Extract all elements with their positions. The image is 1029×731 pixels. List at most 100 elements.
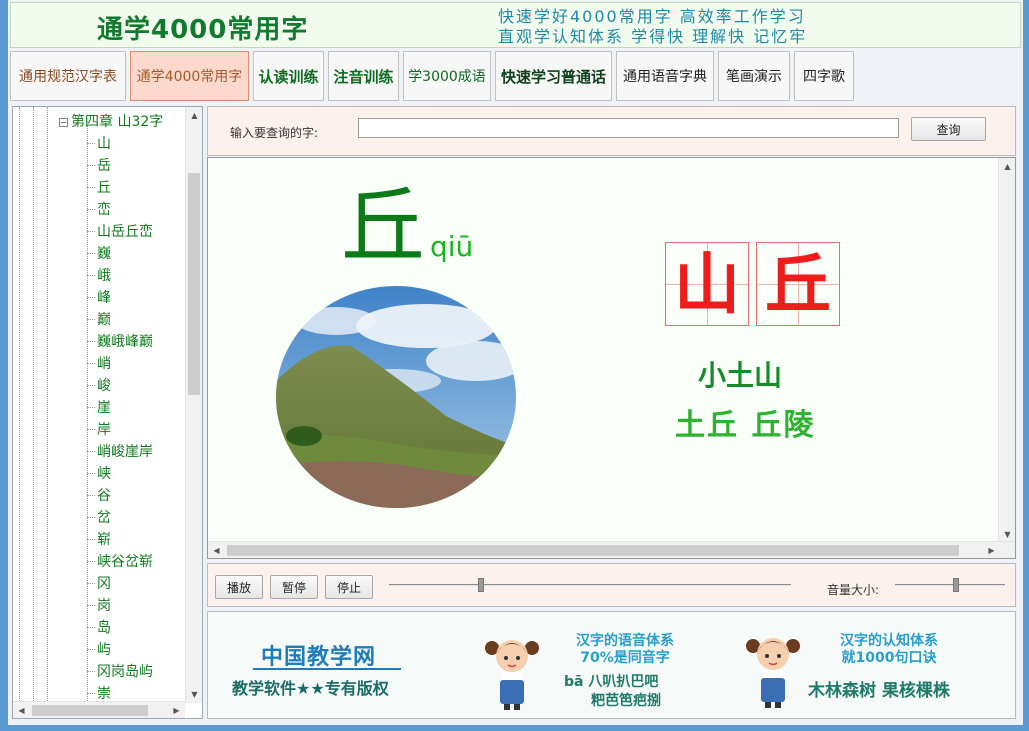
tab-3000-idioms[interactable]: 学3000成语 bbox=[403, 51, 491, 101]
tab-pinyin-training[interactable]: 注音训练 bbox=[328, 51, 399, 101]
audio-player: 播放 暂停 停止 音量大小: bbox=[207, 563, 1016, 607]
tree-item[interactable]: 峡 bbox=[87, 463, 111, 483]
tree-item[interactable]: 屿 bbox=[87, 639, 111, 659]
search-button[interactable]: 查询 bbox=[911, 117, 986, 141]
scroll-thumb[interactable] bbox=[32, 705, 148, 716]
ad1-line-1: 汉字的语音体系 bbox=[576, 633, 674, 649]
tab-4000-chars[interactable]: 通学4000常用字 bbox=[130, 51, 249, 101]
tab-voice-dictionary[interactable]: 通用语音字典 bbox=[616, 51, 714, 101]
slogan-line-2: 直观学认知体系 学得快 理解快 记忆牢 bbox=[498, 27, 808, 46]
tree-item[interactable]: 崭 bbox=[87, 529, 111, 549]
girl-mascot-icon bbox=[746, 638, 800, 708]
content-vertical-scrollbar[interactable]: ▲ ▼ bbox=[998, 158, 1015, 543]
banner-slogan: 快速学好4000常用字 高效率工作学习 直观学认知体系 学得快 理解快 记忆牢 bbox=[498, 7, 807, 47]
tree-horizontal-scrollbar[interactable]: ◀ ▶ bbox=[13, 701, 185, 718]
scroll-thumb[interactable] bbox=[188, 173, 200, 395]
ad-brand-underline bbox=[253, 668, 401, 670]
chapter-tree: − 第四章 山32字 山岳丘峦山岳丘峦巍峨峰巅巍峨峰巅峭峻崖岸峭峻崖岸峡谷岔崭峡谷… bbox=[12, 106, 203, 719]
ad2-title: 汉字的认知体系 就1000句口诀 bbox=[840, 633, 938, 667]
scroll-right-icon[interactable]: ▶ bbox=[983, 542, 1000, 558]
window-frame-bottom bbox=[0, 725, 1029, 731]
tree-item[interactable]: 丘 bbox=[87, 177, 111, 197]
banner-title: 通学4000常用字 bbox=[97, 15, 309, 45]
hill-photo bbox=[276, 286, 516, 508]
content-horizontal-scrollbar[interactable]: ◀ ▶ bbox=[208, 541, 1015, 558]
tree-item[interactable]: 峡谷岔崭 bbox=[87, 551, 153, 571]
tree-item[interactable]: 巅 bbox=[87, 309, 111, 329]
tree-item[interactable]: 峨 bbox=[87, 265, 111, 285]
tree-item[interactable]: 谷 bbox=[87, 485, 111, 505]
scroll-down-icon[interactable]: ▼ bbox=[186, 686, 202, 703]
tab-four-char-song[interactable]: 四字歌 bbox=[794, 51, 854, 101]
collapse-icon[interactable]: − bbox=[59, 117, 68, 127]
tree-chapter-4[interactable]: − 第四章 山32字 bbox=[59, 111, 163, 131]
ad-copyright: 教学软件★★专有版权 bbox=[232, 679, 389, 698]
girl-mascot-icon bbox=[485, 640, 539, 710]
progress-slider-thumb[interactable] bbox=[478, 578, 485, 592]
character-meaning: 小土山 bbox=[698, 359, 783, 392]
slogan-line-1: 快速学好4000常用字 高效率工作学习 bbox=[498, 7, 806, 26]
ad1-line-3: bā 八叭扒巴吧 bbox=[564, 674, 659, 690]
volume-slider-thumb[interactable] bbox=[952, 578, 959, 592]
tree-item[interactable]: 峰 bbox=[87, 287, 111, 307]
pause-button[interactable]: 暂停 bbox=[270, 575, 318, 599]
tree-item[interactable]: 冈 bbox=[87, 573, 111, 593]
scroll-left-icon[interactable]: ◀ bbox=[13, 702, 30, 718]
tree-item[interactable]: 岳 bbox=[87, 155, 111, 175]
scroll-thumb[interactable] bbox=[227, 545, 959, 556]
tree-item[interactable]: 山 bbox=[87, 133, 111, 153]
tree-guide-line bbox=[47, 107, 48, 703]
current-character: 丘 bbox=[341, 177, 426, 275]
tree-item[interactable]: 岗 bbox=[87, 595, 111, 615]
tab-mandarin[interactable]: 快速学习普通话 bbox=[495, 51, 612, 101]
grid-cell: 山 bbox=[665, 242, 749, 326]
tab-stroke-demo[interactable]: 笔画演示 bbox=[718, 51, 790, 101]
ad2-line-2: 就1000句口诀 bbox=[841, 650, 937, 666]
grid-character: 山 bbox=[674, 245, 740, 323]
tree-chapter-label: 第四章 山32字 bbox=[71, 114, 164, 130]
tree-item[interactable]: 岔 bbox=[87, 507, 111, 527]
tree-item[interactable]: 岛 bbox=[87, 617, 111, 637]
grid-character: 丘 bbox=[765, 245, 831, 323]
app-banner: 通学4000常用字 快速学好4000常用字 高效率工作学习 直观学认知体系 学得… bbox=[10, 2, 1021, 48]
tree-item[interactable]: 山岳丘峦 bbox=[87, 221, 153, 241]
scroll-left-icon[interactable]: ◀ bbox=[208, 542, 225, 558]
ad-brand: 中国教学网 bbox=[261, 645, 377, 670]
play-button[interactable]: 播放 bbox=[215, 575, 263, 599]
ad2-line-1: 汉字的认知体系 bbox=[840, 633, 938, 649]
ad-banner: 中国教学网 教学软件★★专有版权 汉字的语音体系 70%是同音字 bā 八叭扒巴… bbox=[207, 611, 1016, 719]
scroll-up-icon[interactable]: ▲ bbox=[999, 158, 1015, 175]
ad1-line-2: 70%是同音字 bbox=[580, 650, 670, 666]
search-label: 输入要查询的字: bbox=[230, 126, 319, 140]
volume-slider[interactable] bbox=[895, 584, 1005, 586]
ad2-line-3: 木林森树 果核棵株 bbox=[808, 681, 950, 701]
app-window: 通学4000常用字 快速学好4000常用字 高效率工作学习 直观学认知体系 学得… bbox=[8, 0, 1023, 725]
window-frame-left bbox=[0, 0, 8, 731]
progress-slider[interactable] bbox=[389, 584, 791, 586]
ad1-title: 汉字的语音体系 70%是同音字 bbox=[576, 633, 674, 667]
stop-button[interactable]: 停止 bbox=[325, 575, 373, 599]
search-bar: 输入要查询的字: 查询 bbox=[207, 106, 1016, 156]
tree-item[interactable]: 巍 bbox=[87, 243, 111, 263]
tree-item[interactable]: 峻 bbox=[87, 375, 111, 395]
tree-item[interactable]: 峭 bbox=[87, 353, 111, 373]
tree-vertical-scrollbar[interactable]: ▲ ▼ bbox=[185, 107, 202, 703]
tree-item[interactable]: 冈岗岛屿 bbox=[87, 661, 153, 681]
window-frame-right bbox=[1023, 0, 1029, 731]
scroll-right-icon[interactable]: ▶ bbox=[168, 702, 185, 718]
tab-standard-chars[interactable]: 通用规范汉字表 bbox=[10, 51, 126, 101]
tree-item[interactable]: 崇 bbox=[87, 683, 111, 703]
grid-cell: 丘 bbox=[756, 242, 840, 326]
search-input[interactable] bbox=[358, 118, 899, 138]
module-tabs: 通用规范汉字表 通学4000常用字 认读训练 注音训练 学3000成语 快速学习… bbox=[10, 50, 1021, 102]
tab-reading-training[interactable]: 认读训练 bbox=[253, 51, 324, 101]
tree-item[interactable]: 崖 bbox=[87, 397, 111, 417]
tree-item[interactable]: 峭峻崖岸 bbox=[87, 441, 153, 461]
tree-guide-line bbox=[19, 107, 20, 703]
tree-item[interactable]: 岸 bbox=[87, 419, 111, 439]
example-words: 土丘 丘陵 bbox=[675, 408, 816, 443]
scroll-up-icon[interactable]: ▲ bbox=[186, 107, 202, 124]
tree-item[interactable]: 巍峨峰巅 bbox=[87, 331, 153, 351]
tree-item[interactable]: 峦 bbox=[87, 199, 111, 219]
character-display: 丘 qiū 山 丘 小土山 土丘 丘陵 ▲ ▼ ◀ ▶ bbox=[207, 157, 1016, 559]
